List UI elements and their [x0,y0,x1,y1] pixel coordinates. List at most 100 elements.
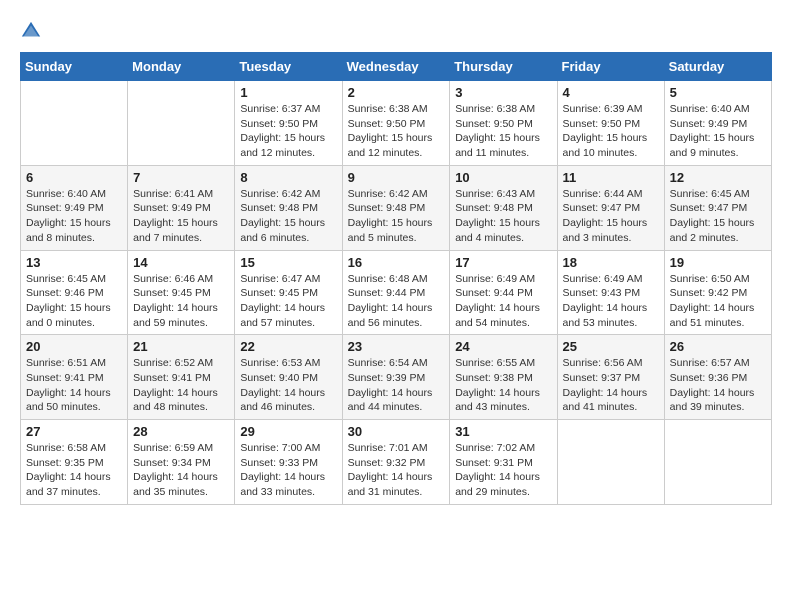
calendar-cell: 9Sunrise: 6:42 AMSunset: 9:48 PMDaylight… [342,165,450,250]
cell-content: Sunrise: 6:40 AMSunset: 9:49 PMDaylight:… [670,102,766,161]
calendar-cell: 29Sunrise: 7:00 AMSunset: 9:33 PMDayligh… [235,420,342,505]
cell-content: Sunrise: 6:53 AMSunset: 9:40 PMDaylight:… [240,356,336,415]
cell-content: Sunrise: 6:57 AMSunset: 9:36 PMDaylight:… [670,356,766,415]
day-header-saturday: Saturday [664,53,771,81]
day-number: 23 [348,339,445,354]
day-number: 11 [563,170,659,185]
calendar-cell: 22 Sunrise: 6:53 AMSunset: 9:40 PMDayligh… [235,335,342,420]
calendar-cell [128,81,235,166]
day-header-sunday: Sunday [21,53,128,81]
cell-content: Sunrise: 6:50 AMSunset: 9:42 PMDaylight:… [670,272,766,331]
calendar-week-row: 20 Sunrise: 6:51 AMSunset: 9:41 PMDayligh… [21,335,772,420]
cell-content: Sunrise: 6:43 AMSunset: 9:48 PMDaylight:… [455,187,551,246]
day-number: 31 [455,424,551,439]
calendar-week-row: 1Sunrise: 6:37 AMSunset: 9:50 PMDaylight… [21,81,772,166]
day-number: 16 [348,255,445,270]
day-header-thursday: Thursday [450,53,557,81]
calendar-week-row: 27 Sunrise: 6:58 AMSunset: 9:35 PMDayligh… [21,420,772,505]
cell-content: Sunrise: 6:58 AMSunset: 9:35 PMDaylight:… [26,441,122,500]
cell-content: Sunrise: 6:49 AMSunset: 9:44 PMDaylight:… [455,272,551,331]
cell-content: Sunrise: 7:01 AMSunset: 9:32 PMDaylight:… [348,441,445,500]
day-number: 27 [26,424,122,439]
day-number: 18 [563,255,659,270]
day-number: 9 [348,170,445,185]
day-number: 5 [670,85,766,100]
cell-content: Sunrise: 6:54 AMSunset: 9:39 PMDaylight:… [348,356,445,415]
calendar-table: SundayMondayTuesdayWednesdayThursdayFrid… [20,52,772,505]
day-number: 25 [563,339,659,354]
calendar-cell: 23 Sunrise: 6:54 AMSunset: 9:39 PMDayligh… [342,335,450,420]
calendar-cell: 1Sunrise: 6:37 AMSunset: 9:50 PMDaylight… [235,81,342,166]
cell-content: Sunrise: 6:56 AMSunset: 9:37 PMDaylight:… [563,356,659,415]
day-number: 29 [240,424,336,439]
day-number: 14 [133,255,229,270]
calendar-cell [664,420,771,505]
calendar-cell: 31 Sunrise: 7:02 AMSunset: 9:31 PMDayligh… [450,420,557,505]
day-number: 15 [240,255,336,270]
calendar-week-row: 6 Sunrise: 6:40 AMSunset: 9:49 PMDaylight… [21,165,772,250]
cell-content: Sunrise: 6:38 AMSunset: 9:50 PMDaylight:… [455,102,551,161]
day-number: 7 [133,170,229,185]
cell-content: Sunrise: 6:47 AMSunset: 9:45 PMDaylight:… [240,272,336,331]
day-number: 4 [563,85,659,100]
calendar-cell: 11 Sunrise: 6:44 AMSunset: 9:47 PMDayligh… [557,165,664,250]
calendar-cell [21,81,128,166]
day-number: 3 [455,85,551,100]
cell-content: Sunrise: 6:45 AMSunset: 9:46 PMDaylight:… [26,272,122,331]
calendar-cell [557,420,664,505]
calendar-cell: 20 Sunrise: 6:51 AMSunset: 9:41 PMDayligh… [21,335,128,420]
cell-content: Sunrise: 6:55 AMSunset: 9:38 PMDaylight:… [455,356,551,415]
cell-content: Sunrise: 6:42 AMSunset: 9:48 PMDaylight:… [240,187,336,246]
day-number: 30 [348,424,445,439]
day-header-monday: Monday [128,53,235,81]
cell-content: Sunrise: 6:38 AMSunset: 9:50 PMDaylight:… [348,102,445,161]
calendar-cell: 12 Sunrise: 6:45 AMSunset: 9:47 PMDayligh… [664,165,771,250]
day-number: 2 [348,85,445,100]
calendar-cell: 3 Sunrise: 6:38 AMSunset: 9:50 PMDaylight… [450,81,557,166]
cell-content: Sunrise: 6:45 AMSunset: 9:47 PMDaylight:… [670,187,766,246]
day-number: 17 [455,255,551,270]
calendar-cell: 15 Sunrise: 6:47 AMSunset: 9:45 PMDayligh… [235,250,342,335]
calendar-cell: 21 Sunrise: 6:52 AMSunset: 9:41 PMDayligh… [128,335,235,420]
calendar-cell: 18 Sunrise: 6:49 AMSunset: 9:43 PMDayligh… [557,250,664,335]
calendar-cell: 13 Sunrise: 6:45 AMSunset: 9:46 PMDayligh… [21,250,128,335]
cell-content: Sunrise: 6:51 AMSunset: 9:41 PMDaylight:… [26,356,122,415]
calendar-cell: 30 Sunrise: 7:01 AMSunset: 9:32 PMDayligh… [342,420,450,505]
cell-content: Sunrise: 6:52 AMSunset: 9:41 PMDaylight:… [133,356,229,415]
cell-content: Sunrise: 6:59 AMSunset: 9:34 PMDaylight:… [133,441,229,500]
calendar-header-row: SundayMondayTuesdayWednesdayThursdayFrid… [21,53,772,81]
calendar-cell: 25 Sunrise: 6:56 AMSunset: 9:37 PMDayligh… [557,335,664,420]
day-number: 19 [670,255,766,270]
calendar-cell: 19 Sunrise: 6:50 AMSunset: 9:42 PMDayligh… [664,250,771,335]
calendar-cell: 6 Sunrise: 6:40 AMSunset: 9:49 PMDaylight… [21,165,128,250]
calendar-cell: 4 Sunrise: 6:39 AMSunset: 9:50 PMDaylight… [557,81,664,166]
calendar-cell: 24Sunrise: 6:55 AMSunset: 9:38 PMDayligh… [450,335,557,420]
day-number: 20 [26,339,122,354]
cell-content: Sunrise: 7:02 AMSunset: 9:31 PMDaylight:… [455,441,551,500]
calendar-cell: 14Sunrise: 6:46 AMSunset: 9:45 PMDayligh… [128,250,235,335]
day-number: 12 [670,170,766,185]
calendar-cell: 28 Sunrise: 6:59 AMSunset: 9:34 PMDayligh… [128,420,235,505]
calendar-cell: 5 Sunrise: 6:40 AMSunset: 9:49 PMDaylight… [664,81,771,166]
day-number: 22 [240,339,336,354]
page-header [20,20,772,42]
day-number: 6 [26,170,122,185]
day-header-wednesday: Wednesday [342,53,450,81]
cell-content: Sunrise: 6:37 AMSunset: 9:50 PMDaylight:… [240,102,336,161]
calendar-cell: 27 Sunrise: 6:58 AMSunset: 9:35 PMDayligh… [21,420,128,505]
day-number: 13 [26,255,122,270]
calendar-cell: 10Sunrise: 6:43 AMSunset: 9:48 PMDayligh… [450,165,557,250]
day-number: 21 [133,339,229,354]
day-number: 28 [133,424,229,439]
logo-icon [20,20,42,42]
calendar-cell: 8Sunrise: 6:42 AMSunset: 9:48 PMDaylight… [235,165,342,250]
cell-content: Sunrise: 6:49 AMSunset: 9:43 PMDaylight:… [563,272,659,331]
calendar-cell: 2 Sunrise: 6:38 AMSunset: 9:50 PMDaylight… [342,81,450,166]
cell-content: Sunrise: 6:39 AMSunset: 9:50 PMDaylight:… [563,102,659,161]
day-number: 26 [670,339,766,354]
calendar-cell: 7Sunrise: 6:41 AMSunset: 9:49 PMDaylight… [128,165,235,250]
cell-content: Sunrise: 6:44 AMSunset: 9:47 PMDaylight:… [563,187,659,246]
day-header-friday: Friday [557,53,664,81]
calendar-cell: 17 Sunrise: 6:49 AMSunset: 9:44 PMDayligh… [450,250,557,335]
cell-content: Sunrise: 6:40 AMSunset: 9:49 PMDaylight:… [26,187,122,246]
